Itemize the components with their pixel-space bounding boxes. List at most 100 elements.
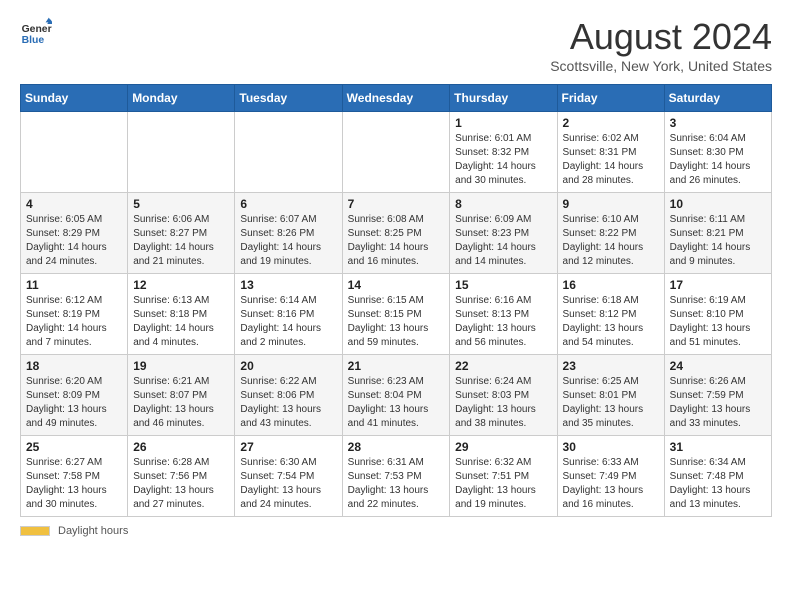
calendar-cell-w3-d4: 14 Sunrise: 6:15 AM Sunset: 8:15 PM Dayli… bbox=[342, 274, 450, 355]
calendar-cell-w5-d3: 27 Sunrise: 6:30 AM Sunset: 7:54 PM Dayli… bbox=[235, 436, 342, 517]
calendar-cell-w5-d2: 26 Sunrise: 6:28 AM Sunset: 7:56 PM Dayli… bbox=[128, 436, 235, 517]
day-info: Sunrise: 6:11 AM Sunset: 8:21 PM Dayligh… bbox=[670, 213, 766, 269]
day-info: Sunrise: 6:13 AM Sunset: 8:18 PM Dayligh… bbox=[133, 294, 229, 350]
col-friday: Friday bbox=[557, 85, 664, 112]
day-info: Sunrise: 6:23 AM Sunset: 8:04 PM Dayligh… bbox=[348, 375, 445, 431]
day-number: 23 bbox=[563, 359, 659, 373]
day-info: Sunrise: 6:33 AM Sunset: 7:49 PM Dayligh… bbox=[563, 456, 659, 512]
col-sunday: Sunday bbox=[21, 85, 128, 112]
day-info: Sunrise: 6:19 AM Sunset: 8:10 PM Dayligh… bbox=[670, 294, 766, 350]
day-number: 8 bbox=[455, 197, 551, 211]
daylight-bar-icon bbox=[20, 526, 50, 536]
day-info: Sunrise: 6:12 AM Sunset: 8:19 PM Dayligh… bbox=[26, 294, 122, 350]
day-number: 4 bbox=[26, 197, 122, 211]
calendar-cell-w2-d2: 5 Sunrise: 6:06 AM Sunset: 8:27 PM Daylig… bbox=[128, 193, 235, 274]
day-number: 3 bbox=[670, 116, 766, 130]
day-number: 18 bbox=[26, 359, 122, 373]
day-info: Sunrise: 6:28 AM Sunset: 7:56 PM Dayligh… bbox=[133, 456, 229, 512]
week-row-2: 4 Sunrise: 6:05 AM Sunset: 8:29 PM Daylig… bbox=[21, 193, 772, 274]
day-info: Sunrise: 6:31 AM Sunset: 7:53 PM Dayligh… bbox=[348, 456, 445, 512]
subtitle: Scottsville, New York, United States bbox=[550, 58, 772, 74]
day-info: Sunrise: 6:22 AM Sunset: 8:06 PM Dayligh… bbox=[240, 375, 336, 431]
day-info: Sunrise: 6:09 AM Sunset: 8:23 PM Dayligh… bbox=[455, 213, 551, 269]
day-number: 27 bbox=[240, 440, 336, 454]
calendar-cell-w4-d2: 19Sunrise: 6:21 AM Sunset: 8:07 PM Dayli… bbox=[128, 355, 235, 436]
day-number: 22 bbox=[455, 359, 551, 373]
calendar-cell-w4-d6: 23 Sunrise: 6:25 AM Sunset: 8:01 PM Dayli… bbox=[557, 355, 664, 436]
col-thursday: Thursday bbox=[450, 85, 557, 112]
day-number: 7 bbox=[348, 197, 445, 211]
day-info: Sunrise: 6:10 AM Sunset: 8:22 PM Dayligh… bbox=[563, 213, 659, 269]
calendar-cell-w3-d5: 15 Sunrise: 6:16 AM Sunset: 8:13 PM Dayli… bbox=[450, 274, 557, 355]
calendar-cell-w5-d4: 28Sunrise: 6:31 AM Sunset: 7:53 PM Dayli… bbox=[342, 436, 450, 517]
day-number: 29 bbox=[455, 440, 551, 454]
day-info: Sunrise: 6:16 AM Sunset: 8:13 PM Dayligh… bbox=[455, 294, 551, 350]
day-info: Sunrise: 6:06 AM Sunset: 8:27 PM Dayligh… bbox=[133, 213, 229, 269]
day-number: 17 bbox=[670, 278, 766, 292]
day-number: 12 bbox=[133, 278, 229, 292]
day-number: 5 bbox=[133, 197, 229, 211]
day-info: Sunrise: 6:25 AM Sunset: 8:01 PM Dayligh… bbox=[563, 375, 659, 431]
day-info: Sunrise: 6:30 AM Sunset: 7:54 PM Dayligh… bbox=[240, 456, 336, 512]
calendar-cell-w3-d3: 13Sunrise: 6:14 AM Sunset: 8:16 PM Dayli… bbox=[235, 274, 342, 355]
col-wednesday: Wednesday bbox=[342, 85, 450, 112]
calendar-cell-w3-d2: 12 Sunrise: 6:13 AM Sunset: 8:18 PM Dayli… bbox=[128, 274, 235, 355]
day-number: 25 bbox=[26, 440, 122, 454]
day-number: 19 bbox=[133, 359, 229, 373]
calendar-header-row: Sunday Monday Tuesday Wednesday Thursday… bbox=[21, 85, 772, 112]
calendar-cell-w5-d6: 30Sunrise: 6:33 AM Sunset: 7:49 PM Dayli… bbox=[557, 436, 664, 517]
day-info: Sunrise: 6:18 AM Sunset: 8:12 PM Dayligh… bbox=[563, 294, 659, 350]
day-number: 6 bbox=[240, 197, 336, 211]
day-info: Sunrise: 6:26 AM Sunset: 7:59 PM Dayligh… bbox=[670, 375, 766, 431]
day-number: 10 bbox=[670, 197, 766, 211]
header: General Blue August 2024 Scottsville, Ne… bbox=[20, 16, 772, 74]
day-info: Sunrise: 6:15 AM Sunset: 8:15 PM Dayligh… bbox=[348, 294, 445, 350]
week-row-4: 18Sunrise: 6:20 AM Sunset: 8:09 PM Dayli… bbox=[21, 355, 772, 436]
calendar-cell-w2-d5: 8 Sunrise: 6:09 AM Sunset: 8:23 PM Daylig… bbox=[450, 193, 557, 274]
day-info: Sunrise: 6:32 AM Sunset: 7:51 PM Dayligh… bbox=[455, 456, 551, 512]
calendar-cell-w4-d7: 24 Sunrise: 6:26 AM Sunset: 7:59 PM Dayli… bbox=[664, 355, 771, 436]
calendar-cell-w1-d5: 1 Sunrise: 6:01 AM Sunset: 8:32 PM Daylig… bbox=[450, 112, 557, 193]
day-number: 16 bbox=[563, 278, 659, 292]
col-saturday: Saturday bbox=[664, 85, 771, 112]
svg-text:Blue: Blue bbox=[22, 35, 45, 46]
day-info: Sunrise: 6:24 AM Sunset: 8:03 PM Dayligh… bbox=[455, 375, 551, 431]
day-number: 24 bbox=[670, 359, 766, 373]
calendar-cell-w1-d4 bbox=[342, 112, 450, 193]
day-info: Sunrise: 6:04 AM Sunset: 8:30 PM Dayligh… bbox=[670, 132, 766, 188]
daylight-label: Daylight hours bbox=[58, 525, 128, 537]
day-info: Sunrise: 6:05 AM Sunset: 8:29 PM Dayligh… bbox=[26, 213, 122, 269]
calendar-cell-w4-d3: 20 Sunrise: 6:22 AM Sunset: 8:06 PM Dayli… bbox=[235, 355, 342, 436]
footer-note: Daylight hours bbox=[20, 525, 772, 537]
day-number: 1 bbox=[455, 116, 551, 130]
day-info: Sunrise: 6:01 AM Sunset: 8:32 PM Dayligh… bbox=[455, 132, 551, 188]
day-number: 13 bbox=[240, 278, 336, 292]
day-info: Sunrise: 6:27 AM Sunset: 7:58 PM Dayligh… bbox=[26, 456, 122, 512]
calendar-cell-w2-d6: 9Sunrise: 6:10 AM Sunset: 8:22 PM Daylig… bbox=[557, 193, 664, 274]
svg-text:General: General bbox=[22, 24, 52, 35]
calendar-cell-w1-d3 bbox=[235, 112, 342, 193]
main-title: August 2024 bbox=[550, 16, 772, 58]
col-monday: Monday bbox=[128, 85, 235, 112]
day-number: 2 bbox=[563, 116, 659, 130]
calendar-cell-w1-d6: 2 Sunrise: 6:02 AM Sunset: 8:31 PM Daylig… bbox=[557, 112, 664, 193]
calendar-cell-w1-d7: 3 Sunrise: 6:04 AM Sunset: 8:30 PM Daylig… bbox=[664, 112, 771, 193]
day-number: 26 bbox=[133, 440, 229, 454]
calendar-cell-w4-d5: 22 Sunrise: 6:24 AM Sunset: 8:03 PM Dayli… bbox=[450, 355, 557, 436]
logo-icon: General Blue bbox=[20, 16, 52, 48]
calendar-cell-w1-d2 bbox=[128, 112, 235, 193]
calendar-cell-w2-d3: 6Sunrise: 6:07 AM Sunset: 8:26 PM Daylig… bbox=[235, 193, 342, 274]
calendar-cell-w3-d6: 16 Sunrise: 6:18 AM Sunset: 8:12 PM Dayli… bbox=[557, 274, 664, 355]
day-number: 15 bbox=[455, 278, 551, 292]
day-info: Sunrise: 6:02 AM Sunset: 8:31 PM Dayligh… bbox=[563, 132, 659, 188]
calendar-cell-w4-d4: 21 Sunrise: 6:23 AM Sunset: 8:04 PM Dayli… bbox=[342, 355, 450, 436]
week-row-1: 1 Sunrise: 6:01 AM Sunset: 8:32 PM Daylig… bbox=[21, 112, 772, 193]
day-number: 21 bbox=[348, 359, 445, 373]
calendar-cell-w5-d1: 25 Sunrise: 6:27 AM Sunset: 7:58 PM Dayli… bbox=[21, 436, 128, 517]
week-row-5: 25 Sunrise: 6:27 AM Sunset: 7:58 PM Dayli… bbox=[21, 436, 772, 517]
day-number: 14 bbox=[348, 278, 445, 292]
day-info: Sunrise: 6:08 AM Sunset: 8:25 PM Dayligh… bbox=[348, 213, 445, 269]
day-number: 20 bbox=[240, 359, 336, 373]
calendar-cell-w5-d7: 31Sunrise: 6:34 AM Sunset: 7:48 PM Dayli… bbox=[664, 436, 771, 517]
day-info: Sunrise: 6:34 AM Sunset: 7:48 PM Dayligh… bbox=[670, 456, 766, 512]
